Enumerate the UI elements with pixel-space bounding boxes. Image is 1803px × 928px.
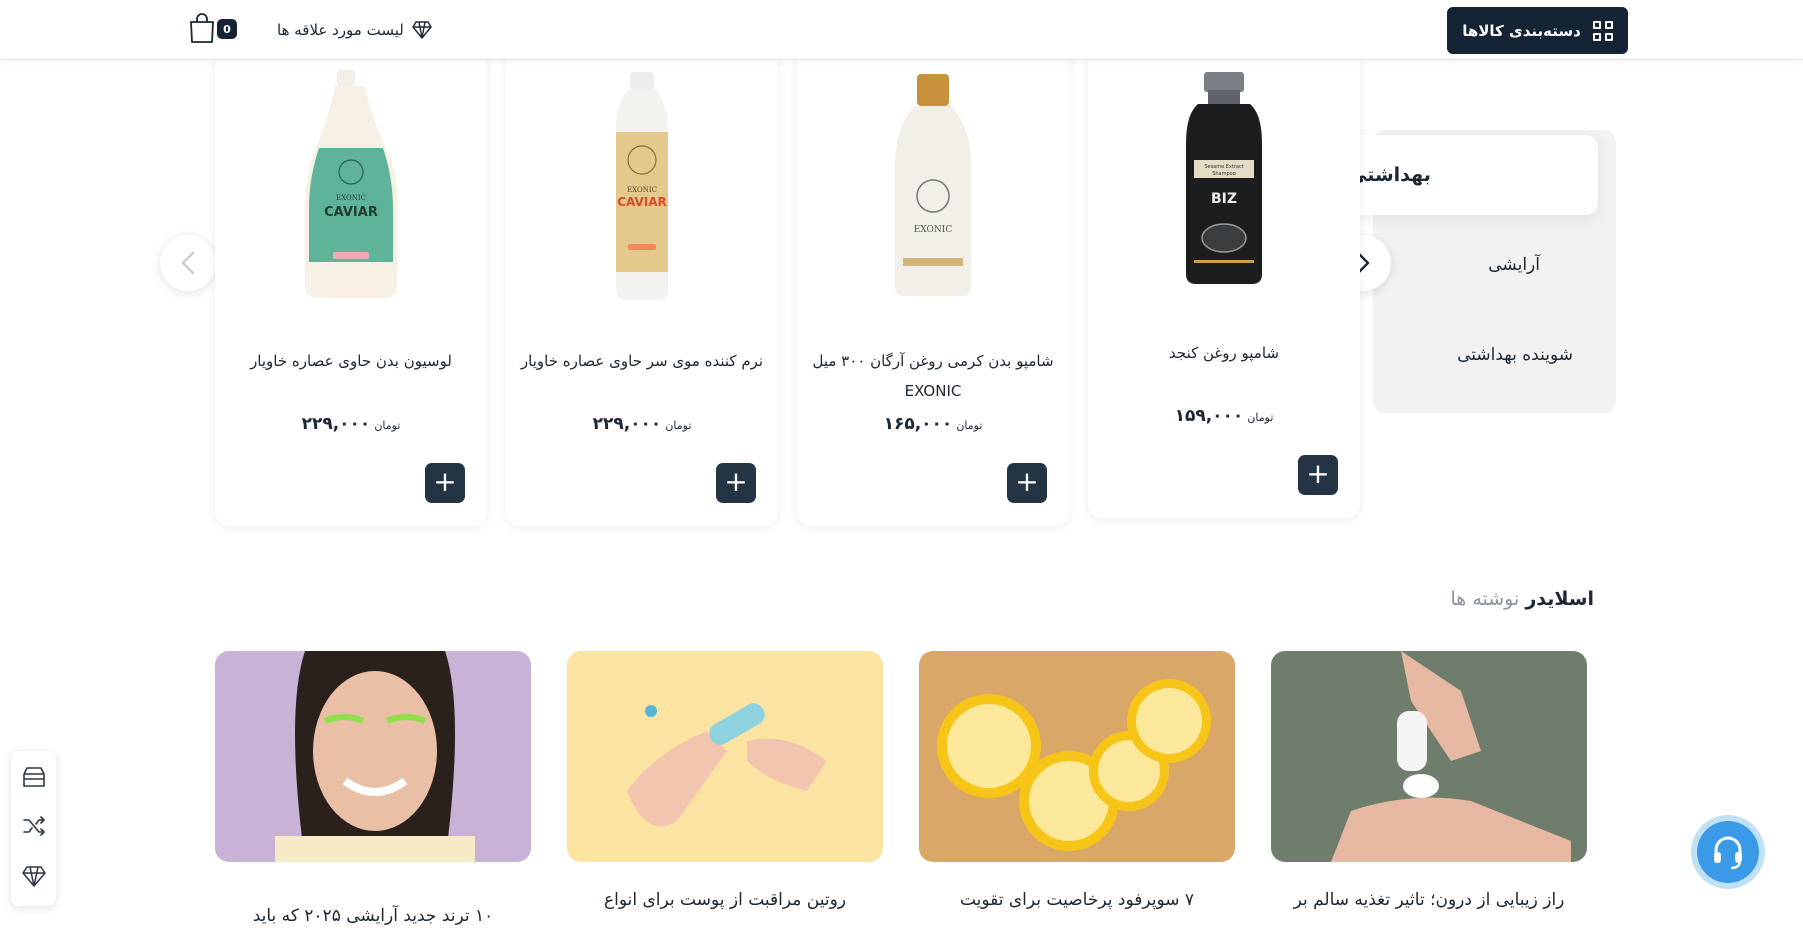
wishlist-link[interactable]: لیست مورد علاقه ها [277, 16, 432, 44]
add-to-cart-button[interactable]: + [1298, 455, 1338, 495]
svg-text:CAVIAR: CAVIAR [324, 205, 378, 220]
svg-text:EXONIC: EXONIC [914, 225, 953, 235]
wishlist-label: لیست مورد علاقه ها [277, 21, 404, 39]
headset-icon [1714, 836, 1742, 870]
cart-button[interactable]: 0 [188, 12, 242, 46]
blog-post-title[interactable]: ۷ سوپرفود پرخاصیت برای تقویت [919, 890, 1235, 910]
product-price: تومان۲۲۹,۰۰۰ [301, 414, 401, 434]
product-name[interactable]: نرم کننده موی سر حاوی عصاره خاویار [518, 346, 766, 376]
diamond-icon[interactable] [19, 861, 48, 890]
blog-post-title[interactable]: ۱۰ ترند جدید آرایشی ۲۰۲۵ که باید [215, 906, 531, 926]
floating-toolbar [11, 751, 56, 906]
product-price: تومان۲۲۹,۰۰۰ [592, 414, 692, 434]
add-to-cart-button[interactable]: + [716, 463, 756, 503]
product-name[interactable]: شامپو بدن کرمی روغن آرگان ۳۰۰ میل EXONIC [809, 346, 1057, 406]
product-name[interactable]: شامپو روغن کنجد [1100, 338, 1348, 368]
blog-post-card[interactable]: روتین مراقبت از پوست برای انواع [567, 651, 883, 910]
tab-hygiene[interactable]: بهداشتی [1348, 135, 1598, 215]
support-chat-button[interactable] [1691, 815, 1765, 889]
store-icon[interactable] [19, 762, 48, 791]
shuffle-icon[interactable] [19, 811, 48, 840]
blog-post-card[interactable]: راز زیبایی از درون؛ تاثیر تغذیه سالم بر [1271, 651, 1587, 910]
svg-text:CAVIAR: CAVIAR [617, 195, 667, 209]
product-card[interactable]: EXONIC CAVIAR لوسیون بدن حاوی عصاره خاوی… [215, 50, 487, 526]
category-tabs: بهداشتی آرایشی شوینده بهداشتی [1348, 130, 1616, 413]
product-name[interactable]: لوسیون بدن حاوی عصاره خاویار [227, 346, 475, 376]
blog-post-card[interactable]: ۱۰ ترند جدید آرایشی ۲۰۲۵ که باید [215, 651, 531, 926]
blog-post-title[interactable]: روتین مراقبت از پوست برای انواع [567, 890, 883, 910]
carousel-prev-button[interactable] [160, 235, 216, 291]
product-card[interactable]: EXONIC CAVIAR نرم کننده موی سر حاوی عصار… [506, 50, 778, 526]
categories-button[interactable]: دسته‌بندی کالاها [1447, 7, 1628, 54]
grid-icon [1592, 20, 1613, 41]
product-card[interactable]: Sesame Extract Shampoo BIZ شامپو روغن کن… [1088, 50, 1360, 518]
diamond-icon [412, 21, 432, 39]
black-shampoo-bottle-icon: Sesame Extract Shampoo BIZ [1186, 72, 1262, 284]
shopping-bag-icon [190, 13, 214, 43]
blog-post-image[interactable] [215, 651, 531, 862]
svg-text:Sesame Extract: Sesame Extract [1204, 164, 1243, 170]
green-label-lotion-icon: EXONIC CAVIAR [305, 70, 398, 298]
gold-label-bottle-icon: EXONIC CAVIAR [616, 72, 668, 300]
blog-section-title: اسلایدر نوشته ها [1450, 588, 1594, 610]
cart-count-badge: 0 [217, 19, 237, 39]
product-price: تومان۱۶۵,۰۰۰ [883, 414, 983, 434]
tab-detergents[interactable]: شوینده بهداشتی [1457, 345, 1573, 365]
blog-post-image[interactable] [567, 651, 883, 862]
product-price: تومان۱۵۹,۰۰۰ [1174, 406, 1274, 426]
tab-cosmetics[interactable]: آرایشی [1488, 255, 1540, 275]
svg-text:Shampoo: Shampoo [1212, 171, 1236, 177]
add-to-cart-button[interactable]: + [1007, 463, 1047, 503]
svg-text:BIZ: BIZ [1211, 191, 1237, 207]
white-bottle-gold-cap-icon: EXONIC [895, 74, 971, 296]
top-header: دسته‌بندی کالاها لیست مورد علاقه ها 0 [0, 0, 1803, 60]
svg-text:EXONIC: EXONIC [336, 194, 366, 202]
svg-text:EXONIC: EXONIC [627, 186, 657, 194]
product-card[interactable]: EXONIC شامپو بدن کرمی روغن آرگان ۳۰۰ میل… [797, 50, 1069, 526]
blog-post-image[interactable] [919, 651, 1235, 862]
blog-post-card[interactable]: ۷ سوپرفود پرخاصیت برای تقویت [919, 651, 1235, 910]
chevron-left-icon [181, 251, 195, 275]
categories-label: دسته‌بندی کالاها [1462, 21, 1581, 40]
blog-post-image[interactable] [1271, 651, 1587, 862]
add-to-cart-button[interactable]: + [425, 463, 465, 503]
blog-post-title[interactable]: راز زیبایی از درون؛ تاثیر تغذیه سالم بر [1271, 890, 1587, 910]
